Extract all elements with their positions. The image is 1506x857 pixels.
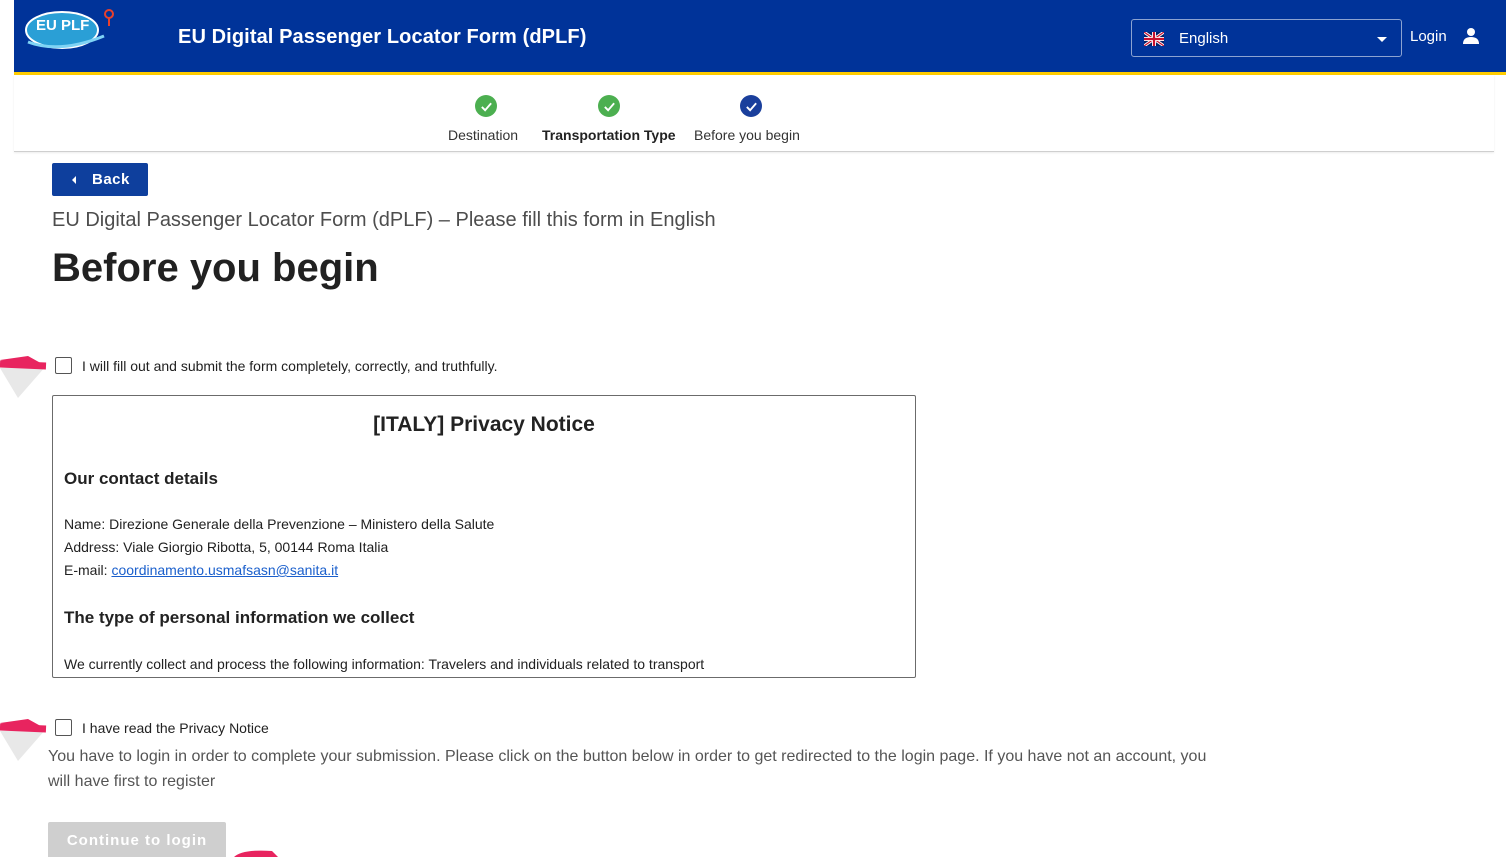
contact-details-heading: Our contact details [64,469,218,488]
annotation-arrow-icon [0,719,47,761]
contact-email-link[interactable]: coordinamento.usmafsasn@sanita.it [111,562,338,578]
language-select[interactable]: English [1131,19,1402,57]
language-value: English [1179,30,1229,47]
truthful-checkbox-label[interactable]: I will fill out and submit the form comp… [82,358,498,374]
privacy-notice-title: [ITALY] Privacy Notice [373,413,595,436]
continue-to-login-button[interactable]: Continue to login [48,822,226,857]
personal-info-text: We currently collect and process the fol… [64,656,705,672]
login-info-text: You have to login in order to complete y… [48,748,1207,790]
login-link[interactable]: Login [1410,28,1447,45]
step-destination-check-icon [475,95,497,117]
privacy-notice-panel[interactable]: [ITALY] Privacy Notice Our contact detai… [52,395,916,678]
step-label-destination[interactable]: Destination [448,127,518,143]
app-title: EU Digital Passenger Locator Form (dPLF) [178,26,587,48]
form-subtitle: EU Digital Passenger Locator Form (dPLF)… [52,209,716,231]
step-label-before-you-begin: Before you begin [694,127,800,143]
contact-address-line: Address: Viale Giorgio Ribotta, 5, 00144… [64,539,389,555]
eu-plf-logo[interactable]: EU PLF [20,6,120,66]
step-transportation-check-icon [598,95,620,117]
step-before-you-begin-check-icon [740,95,762,117]
page-title: Before you begin [52,246,379,290]
back-button-label: Back [92,171,130,188]
back-button[interactable]: Back [52,163,148,196]
privacy-checkbox-row[interactable]: I have read the Privacy Notice [55,719,269,736]
annotation-arrow-icon [234,850,278,857]
privacy-checkbox-label[interactable]: I have read the Privacy Notice [82,720,269,736]
contact-name-line: Name: Direzione Generale della Prevenzio… [64,516,495,532]
step-label-transportation-type[interactable]: Transportation Type [542,127,676,143]
contact-email-line: E-mail: coordinamento.usmafsasn@sanita.i… [64,562,338,578]
annotation-arrow-icon [0,356,47,398]
uk-flag-icon [1143,30,1165,48]
truthful-checkbox-row[interactable]: I will fill out and submit the form comp… [55,357,498,374]
caret-down-icon [1377,37,1387,42]
caret-left-icon [72,176,76,184]
logo-text: EU PLF [36,17,89,34]
personal-info-heading: The type of personal information we coll… [64,608,415,627]
user-icon[interactable] [1462,27,1480,45]
email-prefix: E-mail: [64,562,112,578]
